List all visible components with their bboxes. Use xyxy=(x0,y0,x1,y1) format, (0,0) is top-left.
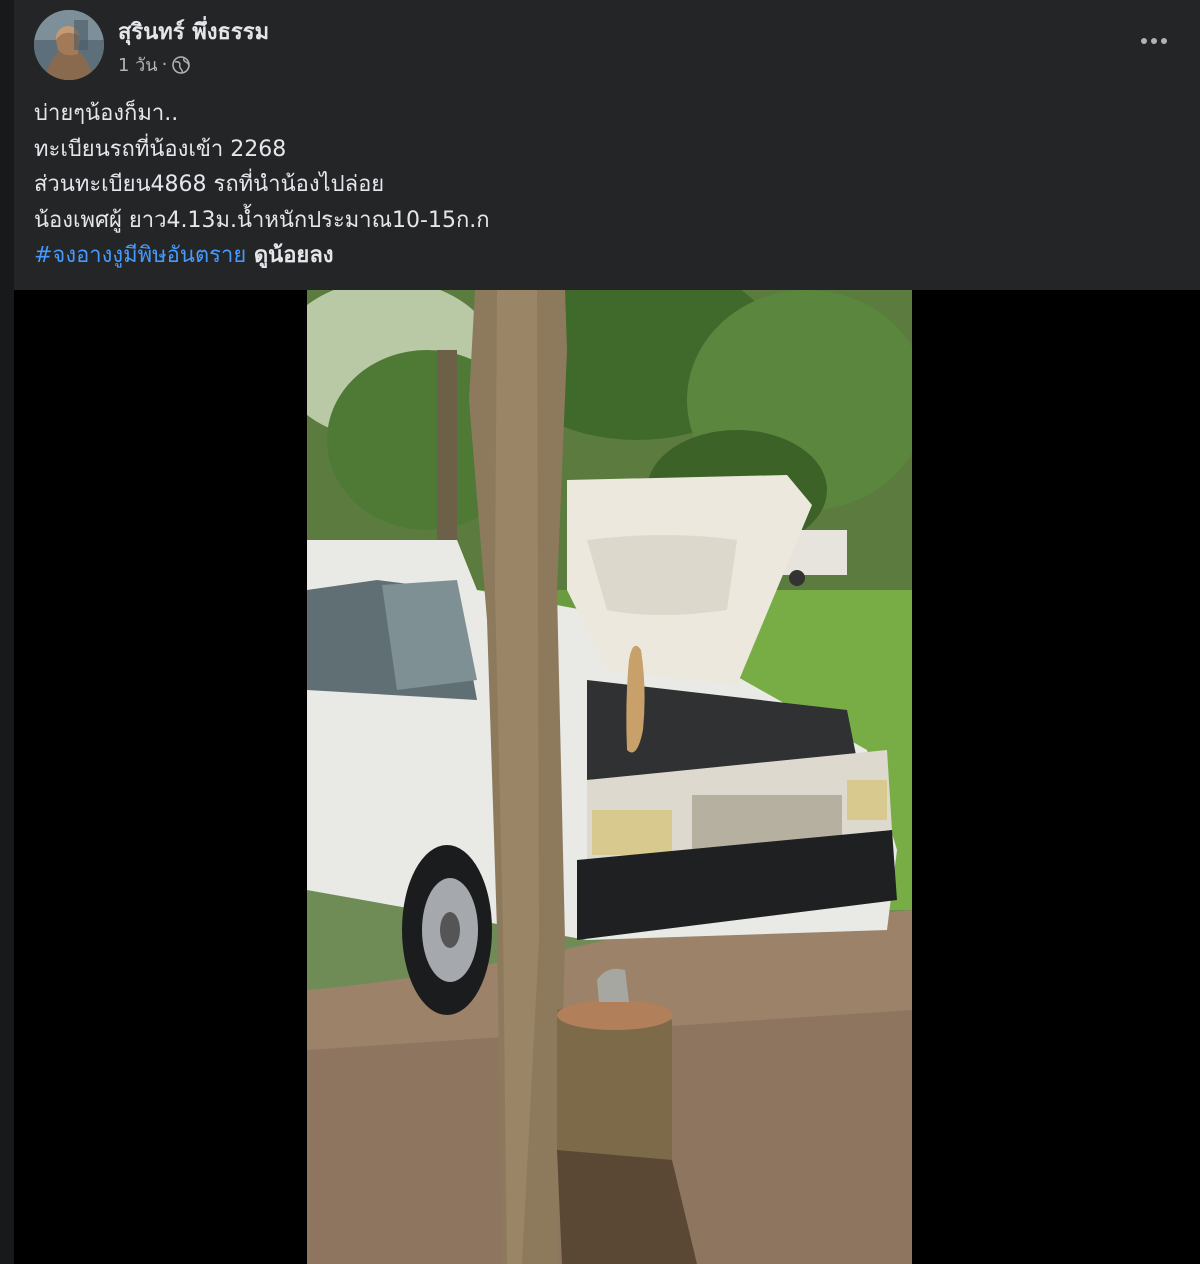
author-name[interactable]: สุรินทร์ พึ่งธรรม xyxy=(118,14,269,49)
hashtag-link[interactable]: #จงอางงูมีพิษอันตราย xyxy=(34,243,246,268)
dot xyxy=(1161,38,1167,44)
avatar-image xyxy=(34,10,104,80)
caption-line: บ่ายๆน้องก็มา.. xyxy=(34,101,179,126)
dot xyxy=(1151,38,1157,44)
post-caption: บ่ายๆน้องก็มา.. ทะเบียนรถที่น้องเข้า 226… xyxy=(34,96,1164,274)
more-options-icon[interactable] xyxy=(1134,26,1174,56)
post-card: สุรินทร์ พึ่งธรรม 1 วัน · บ่ายๆน้องก็มา.… xyxy=(14,0,1200,1264)
see-less-link[interactable]: ดูน้อยลง xyxy=(246,243,334,268)
post-meta: 1 วัน · xyxy=(118,50,191,79)
dot xyxy=(1141,38,1147,44)
post-header: สุรินทร์ พึ่งธรรม 1 วัน · xyxy=(34,10,1174,82)
video-frame xyxy=(307,290,912,1264)
caption-line: ส่วนทะเบียน4868 รถที่นำน้องไปล่อย xyxy=(34,172,385,197)
timestamp[interactable]: 1 วัน xyxy=(118,50,158,79)
media-area xyxy=(14,290,1200,1264)
video-player[interactable] xyxy=(307,290,912,1264)
caption-line-hashtag: #จงอางงูมีพิษอันตราย ดูน้อยลง xyxy=(34,238,1164,274)
meta-separator: · xyxy=(161,54,168,75)
caption-line: น้องเพศผู้ ยาว4.13ม.น้ำหนักประมาณ10-15ก.… xyxy=(34,207,490,233)
caption-line: ทะเบียนรถที่น้องเข้า 2268 xyxy=(34,136,287,162)
globe-icon[interactable] xyxy=(171,55,191,75)
avatar[interactable] xyxy=(34,10,104,80)
